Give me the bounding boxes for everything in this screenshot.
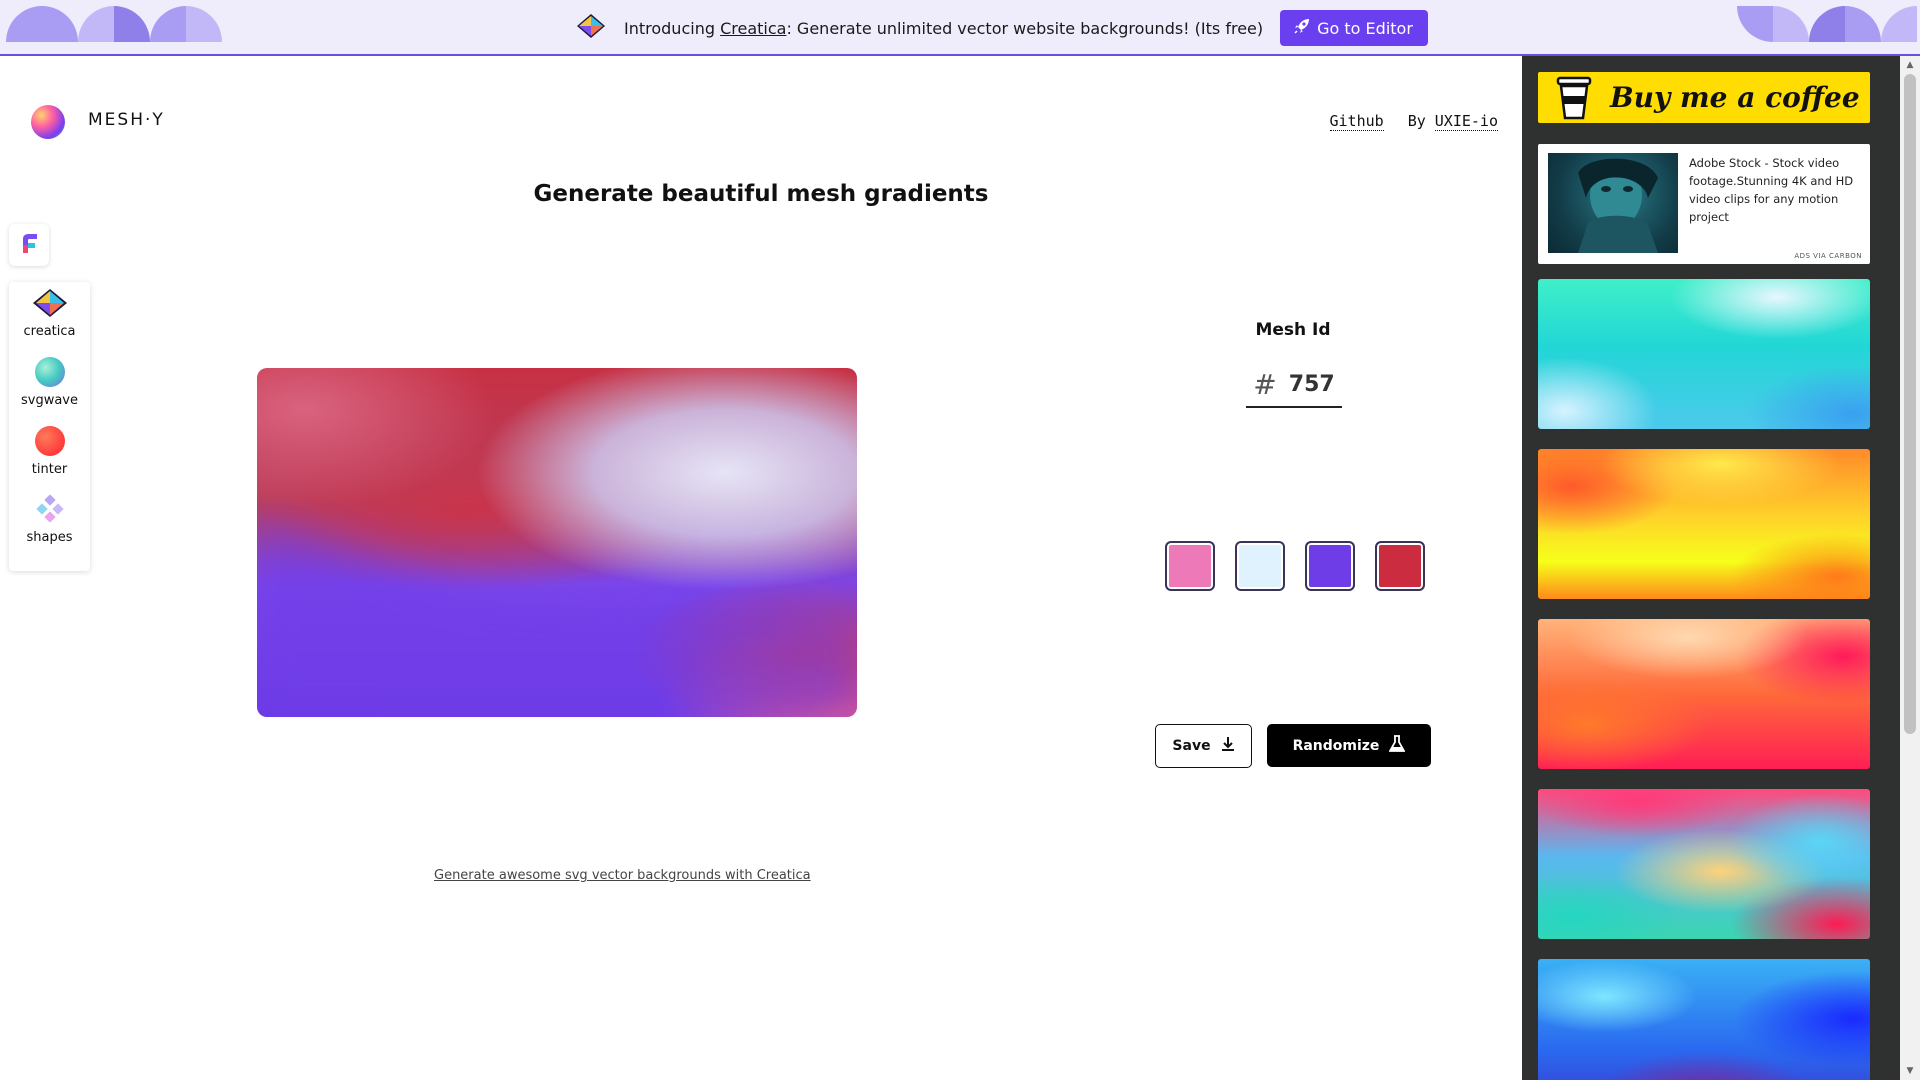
creatica-logo-icon — [576, 13, 606, 43]
scrollbar-thumb[interactable] — [1904, 74, 1916, 734]
color-swatch[interactable] — [1165, 541, 1215, 591]
gradient-thumbnail[interactable] — [1538, 789, 1870, 939]
save-label: Save — [1172, 738, 1211, 754]
meshy-logo-icon[interactable] — [31, 105, 65, 139]
mesh-id-value[interactable]: 757 — [1289, 372, 1335, 397]
ad-text[interactable]: Adobe Stock - Stock video footage.Stunni… — [1689, 154, 1859, 226]
color-swatch[interactable] — [1235, 541, 1285, 591]
scroll-down-icon[interactable]: ▼ — [1905, 1066, 1915, 1076]
sidebar-item-label: creatica — [23, 324, 76, 339]
creatica-icon — [32, 288, 67, 318]
mesh-gradient-preview — [257, 368, 857, 717]
color-swatches — [1165, 541, 1425, 591]
sidebar-item-label: svgwave — [20, 393, 78, 408]
flask-icon — [1388, 734, 1406, 757]
page-scrollbar[interactable]: ▲ ▼ — [1900, 56, 1920, 1080]
color-swatch[interactable] — [1375, 541, 1425, 591]
randomize-label: Randomize — [1292, 737, 1380, 754]
buy-me-a-coffee-button[interactable]: Buy me a coffee — [1538, 72, 1870, 123]
header-links: Github By UXIE-io — [1329, 112, 1498, 131]
banner-decoration-left — [6, 6, 222, 42]
brand-f-icon — [17, 231, 41, 259]
shapes-icon — [35, 494, 65, 524]
coffee-cup-icon — [1556, 76, 1592, 120]
banner-text: Introducing Creatica: Generate unlimited… — [624, 18, 1264, 38]
save-button[interactable]: Save — [1155, 724, 1252, 768]
app-sidebar: creatica svgwave tinter shapes — [9, 282, 90, 571]
randomize-button[interactable]: Randomize — [1267, 724, 1431, 767]
gradient-thumbnail[interactable] — [1538, 959, 1870, 1080]
rocket-icon — [1293, 17, 1311, 39]
coffee-label: Buy me a coffee — [1610, 81, 1860, 114]
color-swatch[interactable] — [1305, 541, 1355, 591]
sidebar-item-label: tinter — [31, 462, 68, 477]
tinter-icon — [34, 426, 65, 456]
sidebar-item-svgwave[interactable]: svgwave — [9, 357, 90, 408]
download-icon — [1221, 736, 1235, 756]
scroll-up-icon[interactable]: ▲ — [1905, 60, 1915, 70]
creatica-link[interactable]: Creatica — [720, 19, 786, 38]
sidebar-item-label: shapes — [26, 530, 73, 545]
banner-decoration-right — [1737, 6, 1917, 42]
app-switcher-button[interactable] — [9, 224, 49, 266]
logo-text[interactable]: MESH·Y — [88, 110, 165, 130]
uxie-link[interactable]: UXIE-io — [1434, 112, 1498, 131]
go-to-editor-button[interactable]: Go to Editor — [1280, 10, 1428, 46]
mesh-id-label: Mesh Id — [1255, 320, 1331, 340]
hash-icon: # — [1253, 367, 1277, 401]
ads-via-carbon[interactable]: ADS VIA CARBON — [1794, 252, 1862, 260]
gradient-thumbnail[interactable] — [1538, 449, 1870, 599]
svgwave-icon — [34, 357, 65, 387]
right-sidebar: Buy me a coffee Adobe Stock - Stock vide… — [1522, 56, 1900, 1080]
gradient-thumbnail[interactable] — [1538, 619, 1870, 769]
github-link[interactable]: Github — [1329, 112, 1384, 131]
mesh-id-input[interactable]: # 757 — [1246, 362, 1342, 408]
by-credit: By UXIE-io — [1407, 112, 1498, 131]
page-title: Generate beautiful mesh gradients — [533, 181, 989, 207]
promo-banner: Introducing Creatica: Generate unlimited… — [0, 0, 1920, 56]
sidebar-item-tinter[interactable]: tinter — [9, 426, 90, 477]
ad-image[interactable] — [1548, 153, 1678, 253]
sidebar-item-shapes[interactable]: shapes — [9, 494, 90, 545]
sidebar-item-creatica[interactable]: creatica — [9, 288, 90, 339]
gradient-thumbnail[interactable] — [1538, 279, 1870, 429]
creatica-footer-link[interactable]: Generate awesome svg vector backgrounds … — [434, 868, 811, 883]
carbon-ad[interactable]: Adobe Stock - Stock video footage.Stunni… — [1538, 144, 1870, 264]
go-to-editor-label: Go to Editor — [1317, 18, 1413, 38]
